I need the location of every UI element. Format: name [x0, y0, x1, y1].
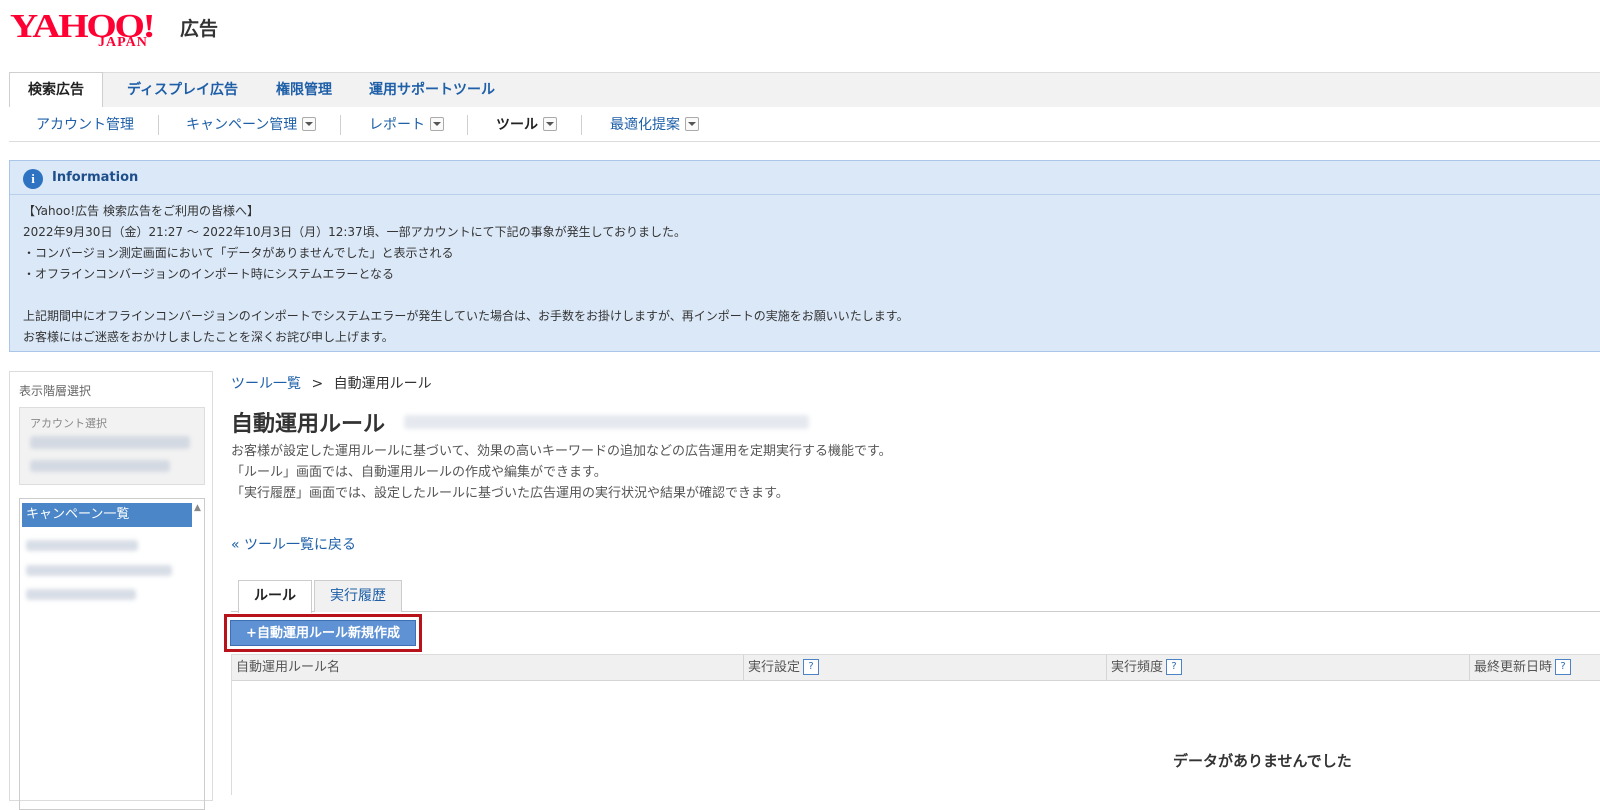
column-rule-name[interactable]: 自動運用ルール名 — [232, 655, 340, 680]
list-item[interactable] — [26, 589, 136, 600]
account-select-label: アカウント選択 — [30, 417, 107, 430]
sub-nav: アカウント管理 キャンペーン管理 レポート ツール 最適化提案 — [9, 107, 1600, 142]
tab-search-ads[interactable]: 検索広告 — [9, 72, 103, 109]
info-line: ・コンバージョン測定画面において「データがありませんでした」と表示される — [23, 246, 454, 260]
nav-divider — [158, 115, 159, 135]
nav-optimization[interactable]: 最適化提案 — [610, 107, 699, 141]
table-header: 自動運用ルール名 実行設定? 実行頻度? 最終更新日時? — [232, 655, 1600, 681]
list-item[interactable] — [26, 565, 172, 576]
create-rule-button[interactable]: +自動運用ルール新規作成 — [230, 620, 416, 646]
tab-permissions[interactable]: 権限管理 — [258, 73, 350, 107]
nav-campaign-management[interactable]: キャンペーン管理 — [186, 107, 317, 141]
list-item[interactable] — [26, 540, 138, 551]
chevron-down-icon[interactable] — [685, 117, 699, 131]
highlight-frame: +自動運用ルール新規作成 — [224, 614, 422, 652]
empty-table-message: データがありませんでした — [1173, 752, 1352, 770]
info-line: お客様にはご迷惑をおかけしましたことを深くお詫び申し上げます。 — [23, 330, 394, 344]
breadcrumb-current: 自動運用ルール — [333, 376, 432, 392]
scroll-up-icon[interactable]: ▲ — [194, 503, 202, 513]
info-line: 【Yahoo!広告 検索広告をご利用の皆様へ】 — [23, 204, 259, 218]
hierarchy-title: 表示階層選択 — [19, 384, 92, 398]
hierarchy-panel: 表示階層選択 アカウント選択 キャンペーン一覧 ▲ — [9, 371, 213, 810]
description-line: お客様が設定した運用ルールに基づいて、効果の高いキーワードの追加などの広告運用を… — [231, 444, 892, 459]
tab-execution-history[interactable]: 実行履歴 — [314, 580, 402, 612]
account-selector[interactable]: アカウント選択 — [19, 407, 205, 485]
column-execution-frequency[interactable]: 実行頻度? — [1107, 655, 1183, 680]
product-name: 広告 — [180, 18, 219, 40]
page-title: 自動運用ルール — [231, 412, 386, 437]
content-tab-bar: ルール 実行履歴 — [231, 578, 1600, 613]
help-icon[interactable]: ? — [1555, 658, 1572, 675]
breadcrumb-separator: > — [311, 376, 324, 392]
information-box: i Information 【Yahoo!広告 検索広告をご利用の皆様へ】 20… — [9, 160, 1600, 352]
nav-divider — [340, 115, 341, 135]
chevron-down-icon[interactable] — [543, 117, 557, 131]
help-icon[interactable]: ? — [1166, 658, 1183, 675]
top-tab-bar: 検索広告 ディスプレイ広告 権限管理 運用サポートツール — [9, 72, 1600, 109]
description-line: 「実行履歴」画面では、設定したルールに基づいた広告運用の実行状況や結果が確認でき… — [231, 486, 789, 501]
chevron-down-icon[interactable] — [430, 117, 444, 131]
info-line: 2022年9月30日（金）21:27 ～ 2022年10月3日（月）12:37頃… — [23, 225, 686, 239]
page-description: お客様が設定した運用ルールに基づいて、効果の高いキーワードの追加などの広告運用を… — [231, 441, 892, 504]
nav-account-management[interactable]: アカウント管理 — [36, 107, 134, 141]
column-last-updated[interactable]: 最終更新日時? — [1470, 655, 1572, 680]
nav-divider — [581, 115, 582, 135]
yahoo-ads-logo[interactable]: YAHOO! JAPAN 広告 — [10, 8, 220, 54]
info-line: ・オフラインコンバージョンのインポート時にシステムエラーとなる — [23, 267, 395, 281]
info-icon: i — [23, 169, 43, 189]
breadcrumb-tools-link[interactable]: ツール一覧 — [231, 376, 301, 392]
tab-display-ads[interactable]: ディスプレイ広告 — [109, 73, 256, 107]
campaign-list: キャンペーン一覧 ▲ — [19, 498, 205, 810]
nav-tools[interactable]: ツール — [496, 107, 557, 141]
blurred-account-id — [30, 460, 170, 472]
campaign-list-header[interactable]: キャンペーン一覧 — [22, 503, 192, 527]
blurred-account-name — [30, 436, 190, 449]
tab-rules[interactable]: ルール — [238, 580, 312, 613]
chevron-down-icon[interactable] — [302, 117, 317, 131]
breadcrumb: ツール一覧 > 自動運用ルール — [231, 373, 432, 393]
logo-sub: JAPAN — [98, 35, 148, 50]
column-execution-setting[interactable]: 実行設定? — [744, 655, 820, 680]
info-line: 上記期間中にオフラインコンバージョンのインポートでシステムエラーが発生していた場… — [23, 309, 909, 323]
nav-divider — [467, 115, 468, 135]
rules-table: 自動運用ルール名 実行設定? 実行頻度? 最終更新日時? — [231, 654, 1600, 795]
help-icon[interactable]: ? — [803, 658, 820, 675]
blurred-account-label — [404, 415, 809, 429]
description-line: 「ルール」画面では、自動運用ルールの作成や編集ができます。 — [231, 465, 607, 480]
info-line — [23, 285, 909, 306]
information-body: 【Yahoo!広告 検索広告をご利用の皆様へ】 2022年9月30日（金）21:… — [23, 201, 909, 348]
information-header: i Information — [10, 161, 1600, 195]
nav-report[interactable]: レポート — [369, 107, 444, 141]
back-to-tools-link[interactable]: « ツール一覧に戻る — [231, 534, 356, 554]
tab-support-tools[interactable]: 運用サポートツール — [351, 73, 513, 107]
information-title: Information — [52, 170, 139, 185]
